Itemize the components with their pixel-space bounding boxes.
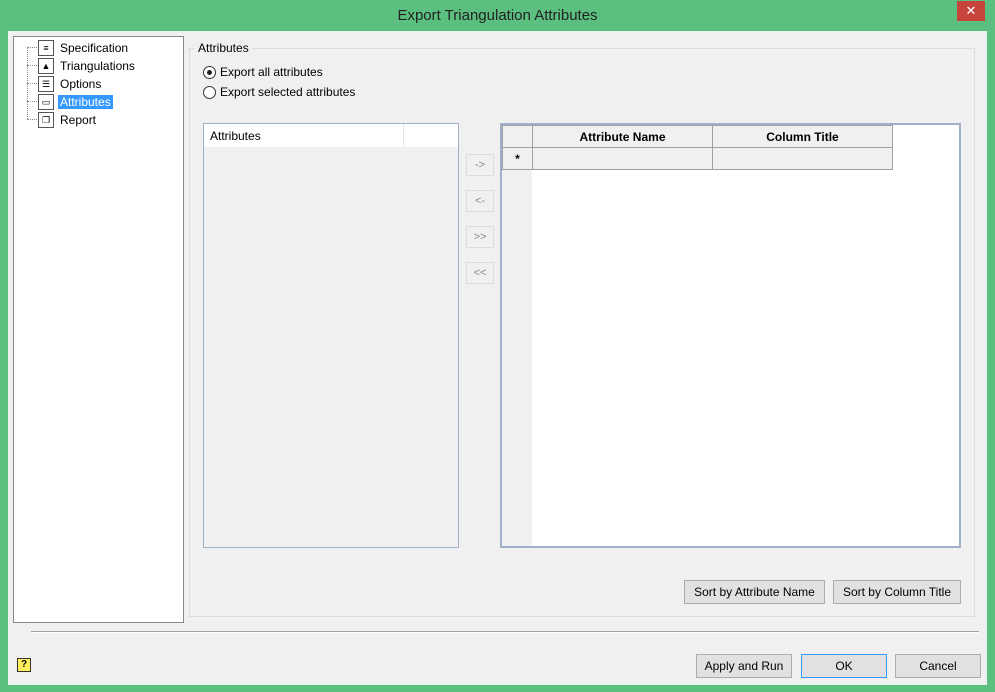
apply-and-run-button[interactable]: Apply and Run [696, 654, 792, 678]
sort-by-attribute-name-button[interactable]: Sort by Attribute Name [684, 580, 825, 604]
report-icon: ❐ [38, 111, 54, 128]
triangle-icon: ▲ [38, 57, 54, 74]
attribute-name-cell[interactable] [532, 147, 713, 170]
tree-item-triangulations[interactable]: ▲ Triangulations [38, 57, 137, 74]
grid-corner [502, 125, 533, 148]
radio-label: Export selected attributes [220, 85, 356, 99]
move-all-right-button[interactable]: >> [466, 226, 494, 248]
group-label: Attributes [195, 41, 252, 55]
tree-item-attributes[interactable]: ▭ Attributes [38, 93, 113, 110]
help-icon[interactable]: ? [17, 658, 31, 672]
export-all-radio[interactable]: Export all attributes [203, 65, 323, 79]
comment-icon: ▭ [38, 93, 54, 110]
navigation-tree: ≡ Specification ▲ Triangulations ☰ Options … [13, 36, 184, 623]
cancel-button[interactable]: Cancel [895, 654, 981, 678]
window-title: Export Triangulation Attributes [397, 7, 598, 24]
selected-attributes-grid[interactable]: Attribute Name Column Title * [500, 123, 961, 548]
dialog-body: ≡ Specification ▲ Triangulations ☰ Options … [8, 31, 987, 685]
separator [31, 631, 979, 633]
radio-label: Export all attributes [220, 65, 323, 79]
ok-button[interactable]: OK [801, 654, 887, 678]
move-left-button[interactable]: <- [466, 190, 494, 212]
radio-checked[interactable] [203, 65, 216, 79]
sort-by-column-title-button[interactable]: Sort by Column Title [833, 580, 961, 604]
move-right-button[interactable]: -> [466, 154, 494, 176]
column-title-cell[interactable] [712, 147, 893, 170]
tree-item-report[interactable]: ❐ Report [38, 111, 98, 128]
specification-icon: ≡ [38, 39, 54, 56]
close-button[interactable]: ✕ [957, 1, 985, 21]
column-header-attribute-name[interactable]: Attribute Name [532, 125, 713, 148]
export-selected-radio[interactable]: Export selected attributes [203, 85, 355, 99]
new-row-marker: * [502, 147, 533, 170]
row-header-column [502, 125, 532, 546]
list-header[interactable]: Attributes [204, 124, 404, 147]
column-header-column-title[interactable]: Column Title [712, 125, 893, 148]
tree-item-specification[interactable]: ≡ Specification [38, 39, 130, 56]
options-list-icon: ☰ [38, 75, 54, 92]
radio-unchecked[interactable] [203, 85, 216, 99]
tree-item-options[interactable]: ☰ Options [38, 75, 103, 92]
move-all-left-button[interactable]: << [466, 262, 494, 284]
attributes-list[interactable]: Attributes [203, 123, 459, 548]
